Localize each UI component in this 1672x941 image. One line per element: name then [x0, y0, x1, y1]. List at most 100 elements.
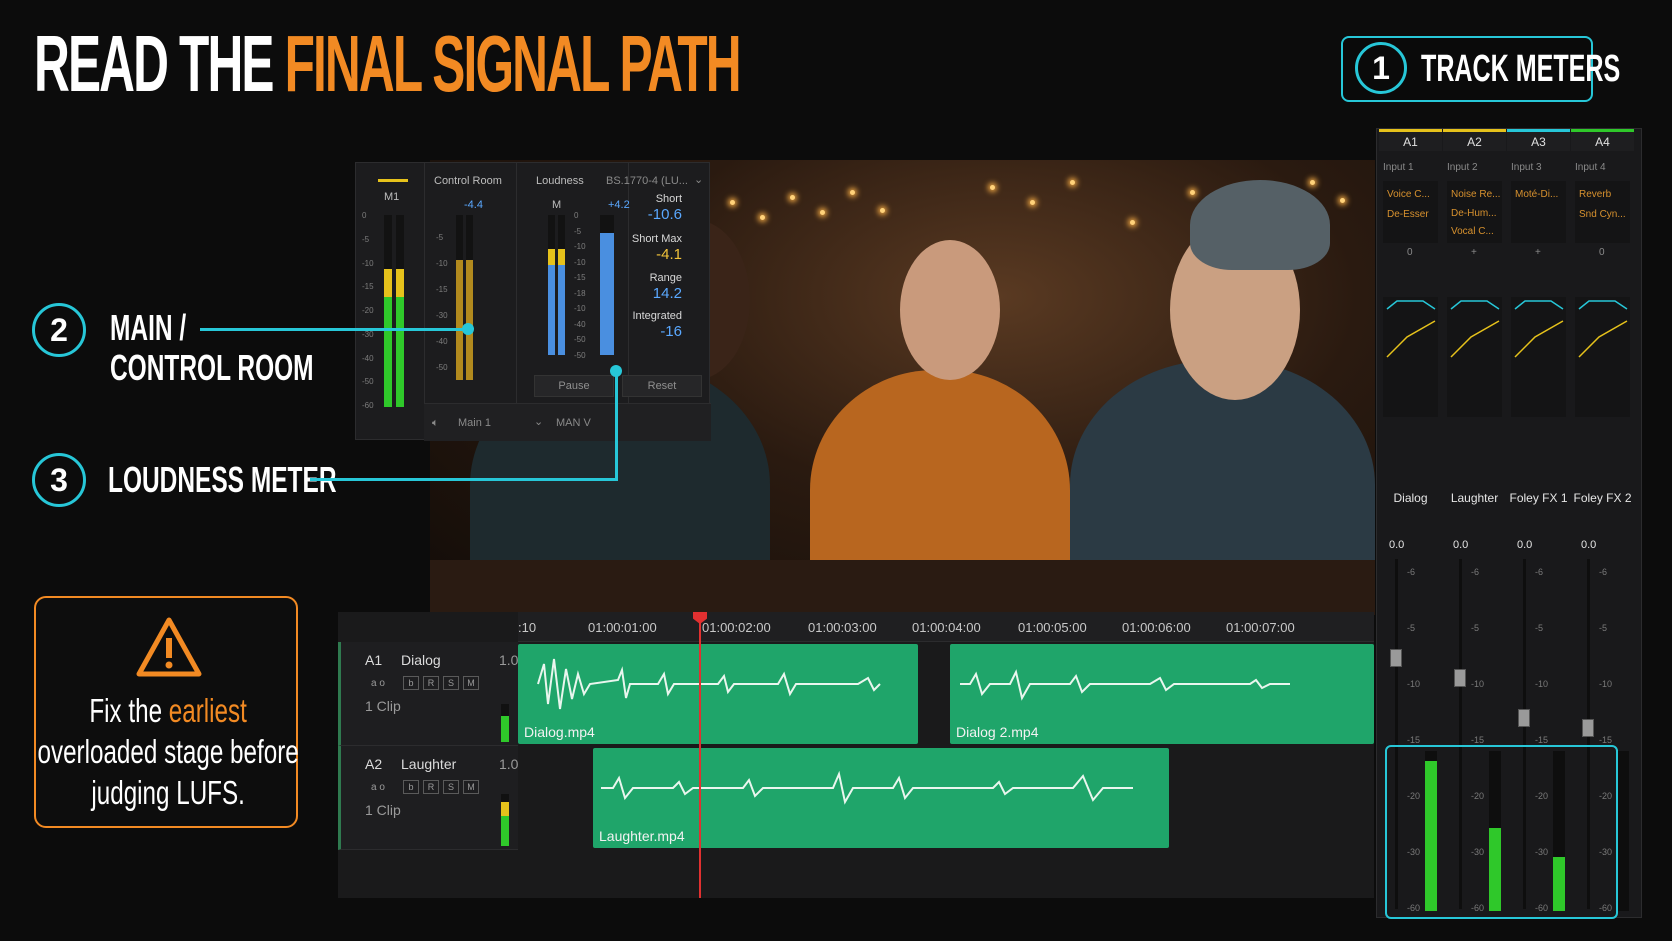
- scale-loud-tick: -10: [574, 257, 586, 267]
- channel-a2-fx-1[interactable]: De-Hum...: [1451, 208, 1497, 219]
- track-a1-record-button[interactable]: R: [423, 676, 439, 690]
- clip-dialog-2[interactable]: Dialog 2.mp4: [950, 644, 1374, 744]
- callout-line-2: [200, 328, 468, 331]
- channel-a4-scale-tick: -6: [1599, 567, 1608, 577]
- clip-laughter[interactable]: Laughter.mp4: [593, 748, 1169, 848]
- channel-a1-fx-0[interactable]: Voice C...: [1387, 189, 1430, 200]
- channel-a4-level-meter: [1617, 751, 1629, 911]
- track-a2-mute-button[interactable]: M: [463, 780, 479, 794]
- speaker-icon: 🔈︎: [432, 417, 439, 429]
- channel-a4-scale-tick: -15: [1599, 735, 1613, 745]
- callout-dot-3: [610, 365, 622, 377]
- mixer-panel: M1 Control Room -4.4 Loudness BS.1770-4 …: [355, 162, 711, 441]
- channel-a3-name: Foley FX 1: [1509, 491, 1568, 505]
- track-a2-lock-icon[interactable]: b: [403, 780, 419, 794]
- channel-a3-eq[interactable]: [1511, 297, 1566, 417]
- track-meters-highlight: [1385, 745, 1618, 919]
- track-a1-solo-button[interactable]: S: [443, 676, 459, 690]
- track-a1-level: 1.0: [499, 652, 519, 668]
- channel-a3-fx-0[interactable]: Moté-Di...: [1515, 189, 1558, 200]
- loudness-m-meter-left: [548, 215, 555, 355]
- channel-a4-eq[interactable]: [1575, 297, 1630, 417]
- warning-callout: Fix the earliest overloaded stage before …: [34, 596, 300, 828]
- control-room-meter-left: [456, 215, 463, 380]
- control-room-label: Control Room: [434, 175, 502, 187]
- channel-a1-pan: 0: [1407, 247, 1413, 258]
- track-a1-mute-button[interactable]: M: [463, 676, 479, 690]
- channel-a1-fader-knob[interactable]: [1390, 649, 1402, 667]
- channel-a3-scale-tick: -10: [1535, 679, 1549, 689]
- scale-main-tick: -60: [362, 401, 374, 410]
- channel-a4-fx-1[interactable]: Snd Cyn...: [1579, 209, 1626, 220]
- callout-main-line2: CONTROL ROOM: [110, 347, 314, 389]
- channel-a3-header: A3: [1507, 129, 1570, 151]
- main-meter-label: M1: [384, 191, 400, 203]
- channel-a2-input[interactable]: Input 2: [1447, 162, 1478, 173]
- channel-a2-eq[interactable]: [1447, 297, 1502, 417]
- channel-a4-scale-tick: -5: [1599, 623, 1608, 633]
- channel-a2-scale-tick: -6: [1471, 567, 1480, 577]
- channel-a4-level: 0.0: [1581, 539, 1597, 551]
- callout-line-3a: [310, 478, 618, 481]
- stat-label-range: Range: [649, 272, 682, 284]
- timecode-5: 01:00:05:00: [1018, 620, 1087, 635]
- track-header-a1[interactable]: A1 Dialog 1.0 a o b R S M 1 Clip: [338, 642, 518, 746]
- channel-a2-name: Laughter: [1450, 491, 1499, 505]
- track-a1-lock-icon[interactable]: b: [403, 676, 419, 690]
- warning-text: Fix the earliest overloaded stage before …: [36, 690, 300, 813]
- channel-a1-fx-1[interactable]: De-Esser: [1387, 209, 1429, 220]
- channel-a3-input[interactable]: Input 3: [1511, 162, 1542, 173]
- title-part-white: READ THE: [34, 19, 285, 108]
- clip-dialog[interactable]: Dialog.mp4: [518, 644, 918, 744]
- track-a2-solo-button[interactable]: S: [443, 780, 459, 794]
- track-a1-name[interactable]: Dialog: [401, 652, 441, 668]
- scale-loud-tick: -10: [574, 304, 586, 314]
- track-a2-record-button[interactable]: R: [423, 780, 439, 794]
- output-chevron-icon[interactable]: ⌄: [534, 415, 543, 428]
- scale-loud-tick: -40: [574, 319, 586, 329]
- track-a2-clips: 1 Clip: [365, 802, 401, 818]
- pause-button[interactable]: Pause: [534, 375, 614, 397]
- channel-a3-scale-tick: -6: [1535, 567, 1544, 577]
- scale-cr-tick: -5: [436, 233, 444, 242]
- reset-button[interactable]: Reset: [622, 375, 702, 397]
- stat-label-short-max: Short Max: [631, 233, 682, 245]
- playhead[interactable]: [699, 612, 701, 898]
- control-room-value: -4.4: [464, 199, 483, 211]
- timecode-7: 01:00:07:00: [1226, 620, 1295, 635]
- stat-value-integrated: -16: [660, 323, 682, 340]
- warning-text-highlight: earliest: [168, 692, 247, 729]
- channel-a4-fx-0[interactable]: Reverb: [1579, 189, 1611, 200]
- output-select[interactable]: Main 1: [458, 417, 491, 429]
- channel-a2-fx-2[interactable]: Vocal C...: [1451, 226, 1494, 237]
- channel-a1-scale-tick: -5: [1407, 623, 1416, 633]
- channel-a2-scale-tick: -15: [1471, 735, 1485, 745]
- scale-loud-tick: -50: [574, 351, 586, 360]
- channel-a3-fader-knob[interactable]: [1518, 709, 1530, 727]
- track-a2-name[interactable]: Laughter: [401, 756, 456, 772]
- channel-a1-input[interactable]: Input 1: [1383, 162, 1414, 173]
- control-room-meter-right: [466, 215, 473, 380]
- channel-a3-level: 0.0: [1517, 539, 1533, 551]
- chevron-down-icon[interactable]: ⌄: [694, 173, 703, 186]
- channel-a2-fx-0[interactable]: Noise Re...: [1451, 189, 1500, 200]
- main-meter-right: [396, 215, 404, 407]
- mode-select[interactable]: MAN V: [556, 417, 591, 429]
- stat-label-integrated: Integrated: [632, 310, 682, 322]
- loudness-standard-dropdown[interactable]: BS.1770-4 (LU...: [606, 175, 688, 187]
- callout-number-1: 1: [1355, 42, 1407, 94]
- stat-value-short-max: -4.1: [656, 246, 682, 263]
- channel-a1-eq[interactable]: [1383, 297, 1438, 417]
- channel-a2-header: A2: [1443, 129, 1506, 151]
- track-header-a2[interactable]: A2 Laughter 1.0 a o b R S M 1 Clip: [338, 746, 518, 850]
- channel-a4-fader-knob[interactable]: [1582, 719, 1594, 737]
- timeline-ruler[interactable]: :10 01:00:01:00 01:00:02:00 01:00:03:00 …: [518, 612, 1374, 642]
- channel-a1-scale-tick: -6: [1407, 567, 1416, 577]
- channel-a4-input[interactable]: Input 4: [1575, 162, 1606, 173]
- stat-value-short: -10.6: [647, 206, 682, 223]
- callout-label-loudness: LOUDNESS METER: [108, 459, 337, 500]
- callout-number-3: 3: [32, 453, 86, 507]
- channel-a2-fader-knob[interactable]: [1454, 669, 1466, 687]
- callout-number-2: 2: [32, 303, 86, 357]
- loudness-m-label: M: [552, 199, 562, 211]
